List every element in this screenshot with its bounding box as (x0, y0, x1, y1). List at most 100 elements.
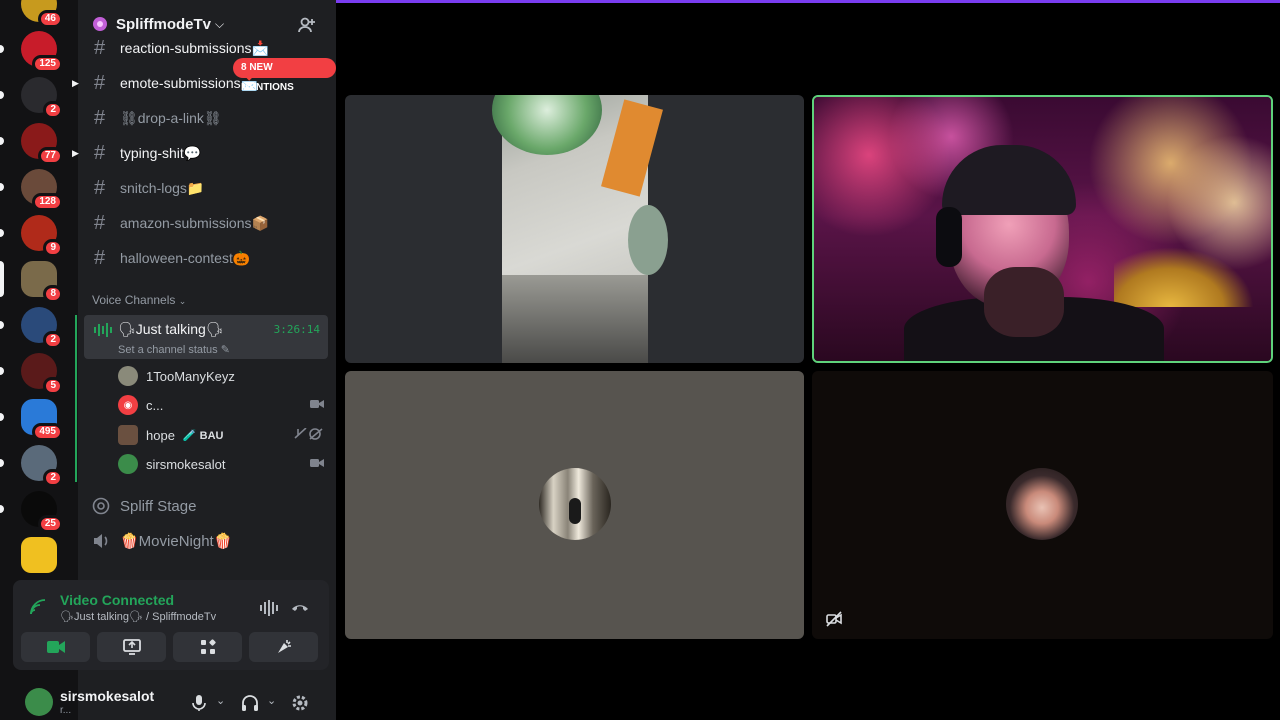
unread-badge: 125 (32, 55, 63, 73)
server-icon[interactable]: 5 (21, 353, 63, 395)
unread-badge: 128 (32, 193, 63, 211)
server-name: SpliffmodeTv (116, 15, 212, 33)
signal-icon[interactable] (29, 598, 47, 616)
server-icon[interactable]: 2 (21, 77, 63, 119)
connection-location[interactable]: 🗣Just talking🗣 / SpliffmodeTv (60, 610, 216, 623)
voice-category-header[interactable]: Voice Channels ⌄ (92, 293, 186, 307)
channel-name: snitch-logs📁 (120, 179, 205, 196)
unread-pip (0, 137, 4, 145)
video-tile-speaking[interactable] (812, 95, 1273, 363)
channel-name: emote-submissions📩 (120, 74, 259, 91)
server-icon[interactable]: 9 (21, 215, 63, 257)
server-icon[interactable]: 2 (21, 307, 63, 349)
hashtag-icon: # (94, 106, 106, 129)
channel-item[interactable]: ▶ # typing-shit💬 (72, 138, 328, 168)
channel-name: amazon-submissions📦 (120, 214, 269, 231)
unread-badge: 495 (32, 423, 63, 441)
video-tile[interactable] (345, 371, 804, 639)
camera-icon (310, 459, 324, 467)
unread-badge: 2 (43, 331, 63, 349)
stage-icon (92, 497, 110, 515)
channel-item[interactable]: # amazon-submissions📦 (86, 208, 328, 238)
server-icon[interactable]: 77 (21, 123, 63, 165)
server-icon[interactable]: 25 (21, 491, 63, 533)
camera-off-icon (826, 611, 842, 627)
voice-channel-active[interactable]: 🗣Just talking🗣 3:26:14 Set a channel sta… (84, 315, 328, 359)
hashtag-icon: # (94, 141, 106, 164)
voice-channel[interactable]: 🍿MovieNight🍿 (86, 525, 328, 557)
channel-name: typing-shit💬 (120, 144, 202, 161)
member-name: c... (146, 397, 164, 413)
unread-badge: 5 (43, 377, 63, 395)
disconnect-icon[interactable] (291, 600, 309, 616)
video-camera-icon (46, 641, 65, 653)
unread-pip (0, 367, 4, 375)
video-object (601, 99, 663, 197)
unread-badge: 9 (43, 239, 63, 257)
stage-channel[interactable]: Spliff Stage (86, 490, 328, 522)
video-stream (492, 95, 668, 363)
hashtag-icon: # (94, 36, 106, 59)
channel-item[interactable]: # ⛓drop-a-link⛓ (86, 103, 328, 133)
server-icon[interactable]: 125 (21, 31, 63, 73)
unread-pip (0, 229, 4, 237)
voice-connection-panel: Video Connected 🗣Just talking🗣 / Spliffm… (13, 580, 329, 670)
participant-avatar (539, 468, 611, 540)
avatar (118, 425, 138, 445)
category-label: Voice Channels (92, 293, 176, 307)
channel-item[interactable]: # halloween-contest🎃 (86, 243, 328, 273)
member-name: 1TooManyKeyz (146, 368, 235, 384)
user-name[interactable]: sirsmokesalot (60, 688, 154, 704)
settings-gear-icon[interactable] (291, 694, 309, 712)
voice-member[interactable]: hope 🧪 BAU (118, 421, 330, 449)
server-icon[interactable] (21, 537, 57, 573)
add-member-icon[interactable] (298, 16, 316, 34)
participant-avatar (1006, 468, 1078, 540)
activities-button[interactable] (173, 632, 242, 662)
muted-deafened-icon (294, 428, 323, 440)
speaker-icon (94, 534, 108, 548)
voice-member[interactable]: ◉ c... (118, 391, 330, 419)
server-icon[interactable]: 495 (21, 399, 63, 441)
unread-badge: 8 (43, 285, 63, 303)
screen-share-icon (122, 639, 141, 655)
channel-item[interactable]: # snitch-logs📁 (86, 173, 328, 203)
hashtag-icon: # (94, 176, 106, 199)
channel-status-input[interactable]: Set a channel status ✎ (118, 343, 230, 356)
unread-arrow-icon: ▶ (72, 77, 79, 88)
server-icon[interactable]: 8 (21, 261, 63, 303)
video-object (502, 275, 648, 363)
microphone-icon[interactable] (190, 694, 208, 712)
video-object (984, 267, 1064, 337)
unread-arrow-icon: ▶ (72, 147, 79, 158)
hashtag-icon: # (94, 246, 106, 269)
camera-toggle-button[interactable] (21, 632, 90, 662)
server-icon[interactable]: 2 (21, 445, 63, 487)
connection-status: Video Connected (60, 592, 175, 608)
stage-name: Spliff Stage (120, 497, 197, 515)
selected-server-pip (0, 261, 4, 297)
chevron-down-icon[interactable]: ⌄ (216, 694, 225, 707)
video-tile[interactable] (812, 371, 1273, 639)
unread-pip (0, 321, 4, 329)
headphones-icon[interactable] (241, 694, 259, 712)
server-icon[interactable]: 46 (21, 0, 63, 28)
noise-suppression-icon[interactable] (260, 600, 278, 616)
member-tag: 🧪 BAU (182, 429, 224, 442)
voice-member[interactable]: sirsmokesalot (118, 450, 330, 478)
server-icon[interactable]: 128 (21, 169, 63, 211)
screen-share-button[interactable] (97, 632, 166, 662)
hashtag-icon: # (94, 71, 106, 94)
voice-member[interactable]: 1TooManyKeyz (118, 362, 330, 390)
new-mentions-pill[interactable]: 8 NEW MENTIONS (233, 58, 336, 93)
chevron-down-icon[interactable]: ⌄ (267, 694, 276, 707)
user-status: r... (60, 705, 72, 716)
channel-status-placeholder: Set a channel status (118, 344, 218, 356)
avatar (118, 454, 138, 474)
video-tile[interactable] (345, 95, 804, 363)
user-avatar[interactable] (25, 688, 53, 716)
avatar (118, 366, 138, 386)
hashtag-icon: # (94, 211, 106, 234)
soundboard-button[interactable] (249, 632, 318, 662)
unread-pip (0, 91, 4, 99)
